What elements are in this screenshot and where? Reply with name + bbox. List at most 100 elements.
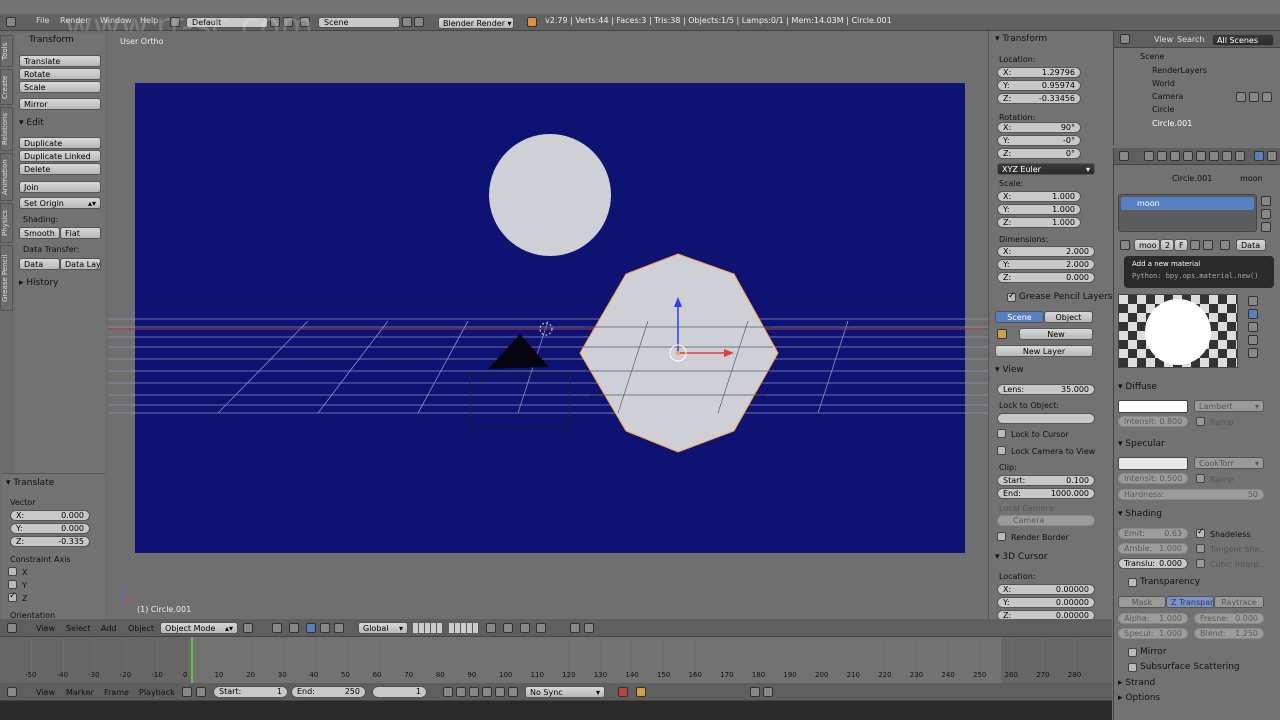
specular-color-swatch[interactable] bbox=[1118, 457, 1188, 470]
translate-manipulator-icon[interactable] bbox=[306, 623, 316, 633]
grease-pencil-checkbox[interactable] bbox=[1007, 291, 1016, 302]
render-tab-icon[interactable] bbox=[1144, 151, 1154, 161]
preview-sphere-icon[interactable] bbox=[1248, 309, 1258, 319]
diffuse-color-swatch[interactable] bbox=[1118, 400, 1188, 413]
diffuse-shader-select[interactable]: Lambert ▾ bbox=[1194, 400, 1264, 412]
vector-y-field[interactable]: Y: 0.000 bbox=[10, 523, 90, 534]
outliner-menu-view[interactable]: View bbox=[1154, 35, 1173, 44]
outliner-editor-icon[interactable] bbox=[1120, 34, 1130, 44]
timeline-menu-view[interactable]: View bbox=[36, 688, 55, 697]
props-editor-icon[interactable] bbox=[1119, 151, 1129, 161]
tab-animation[interactable]: Animation bbox=[0, 153, 13, 201]
eye-icon[interactable] bbox=[1236, 92, 1246, 102]
render-border-checkbox[interactable] bbox=[997, 532, 1006, 541]
cursor-select-icon[interactable] bbox=[1249, 92, 1259, 102]
world-tab-icon[interactable] bbox=[1183, 151, 1193, 161]
specular-header[interactable]: ▾ Specular bbox=[1118, 439, 1165, 449]
constraint-z-checkbox[interactable] bbox=[8, 591, 17, 602]
object-tab-icon[interactable] bbox=[1196, 151, 1206, 161]
timeline-menu-frame[interactable]: Frame bbox=[104, 688, 129, 697]
join-button[interactable]: Join bbox=[19, 181, 101, 193]
scene-tab-icon[interactable] bbox=[1170, 151, 1180, 161]
link-data-select[interactable]: Data bbox=[1236, 239, 1266, 251]
vector-x-field[interactable]: X: 0.000 bbox=[10, 510, 90, 521]
rotation-y-field[interactable]: Y: -0° bbox=[997, 135, 1081, 146]
dimension-x-field[interactable]: X: 2.000 bbox=[997, 246, 1095, 257]
lock-camera-checkbox[interactable] bbox=[997, 446, 1006, 455]
proportional-edit-icon[interactable] bbox=[503, 623, 513, 633]
rotation-x-field[interactable]: X: 90° bbox=[997, 122, 1081, 133]
add-scene-icon[interactable] bbox=[402, 17, 412, 27]
render-icon[interactable] bbox=[1262, 92, 1272, 102]
layers-tab-icon[interactable] bbox=[1157, 151, 1167, 161]
view3d-menu-add[interactable]: Add bbox=[101, 624, 117, 633]
fresnel-field[interactable]: Fresne: 0.000 bbox=[1194, 613, 1264, 624]
scene-select[interactable]: Scene bbox=[318, 17, 400, 28]
preview-flat-icon[interactable] bbox=[1248, 296, 1258, 306]
3d-cursor-header[interactable]: ▾ 3D Cursor bbox=[995, 552, 1048, 562]
diffuse-header[interactable]: ▾ Diffuse bbox=[1118, 382, 1157, 392]
outliner-item-camera[interactable]: Camera bbox=[1152, 92, 1183, 101]
data-lay-button[interactable]: Data Lay bbox=[60, 258, 101, 270]
unlink-material-icon[interactable] bbox=[1203, 240, 1213, 250]
shading-header[interactable]: ▾ Shading bbox=[1118, 509, 1162, 519]
dimension-z-field[interactable]: Z: 0.000 bbox=[997, 272, 1095, 283]
tangent-checkbox[interactable] bbox=[1196, 544, 1205, 553]
outliner-item-circle-001[interactable]: Circle.001 bbox=[1152, 119, 1192, 128]
slot-specials-icon[interactable] bbox=[1261, 222, 1271, 232]
scale-manipulator-icon[interactable] bbox=[334, 623, 344, 633]
view-header[interactable]: ▾ View bbox=[995, 365, 1024, 375]
strand-header[interactable]: ▸ Strand bbox=[1118, 678, 1155, 688]
location-z-field[interactable]: Z: -0.33456 bbox=[997, 93, 1081, 104]
blend-field[interactable]: Blend: 1.250 bbox=[1194, 628, 1264, 639]
transparency-checkbox[interactable] bbox=[1128, 578, 1137, 587]
rotate-manipulator-icon[interactable] bbox=[320, 623, 330, 633]
lock-object-field[interactable] bbox=[997, 413, 1095, 424]
transform-header[interactable]: Transform bbox=[29, 35, 74, 45]
tab-physics[interactable]: Physics bbox=[0, 203, 13, 243]
gp-scene-button[interactable]: Scene bbox=[995, 311, 1044, 323]
timeline-editor-icon[interactable] bbox=[7, 687, 17, 697]
scale-z-field[interactable]: Z: 1.000 bbox=[997, 217, 1081, 228]
start-frame-field[interactable]: Start: 1 bbox=[213, 686, 288, 698]
pivot-icon[interactable] bbox=[272, 623, 282, 633]
alpha-field[interactable]: Alpha: 1.000 bbox=[1118, 613, 1188, 624]
operator-header[interactable]: ▾ Translate bbox=[6, 478, 54, 488]
opengl-render-icon[interactable] bbox=[570, 623, 580, 633]
preview-range-icon[interactable] bbox=[182, 687, 192, 697]
clip-start-field[interactable]: Start: 0.100 bbox=[997, 475, 1095, 486]
orientation-select[interactable]: Global ▾ bbox=[358, 622, 408, 634]
viewport[interactable]: User Ortho (1) Circle.001 bbox=[108, 31, 988, 619]
lock-layers-icon[interactable] bbox=[486, 623, 496, 633]
mirror-button[interactable]: Mirror bbox=[19, 98, 101, 110]
sss-checkbox[interactable] bbox=[1128, 663, 1137, 672]
edit-header[interactable]: ▾ Edit bbox=[19, 118, 44, 128]
new-material-icon[interactable] bbox=[1190, 240, 1200, 250]
duplicate-linked-button[interactable]: Duplicate Linked bbox=[19, 150, 101, 162]
ambient-field[interactable]: Ambie: 1.000 bbox=[1118, 543, 1188, 554]
manipulator-toggle-icon[interactable] bbox=[289, 623, 299, 633]
rotation-z-field[interactable]: Z: 0° bbox=[997, 148, 1081, 159]
view3d-menu-object[interactable]: Object bbox=[128, 624, 154, 633]
render-engine-select[interactable]: Blender Render ▾ bbox=[438, 17, 514, 29]
delete-button[interactable]: Delete bbox=[19, 163, 101, 175]
shadeless-checkbox[interactable] bbox=[1196, 527, 1205, 538]
diffuse-intensity-field[interactable]: Intensit: 0.800 bbox=[1118, 416, 1188, 427]
view3d-menu-select[interactable]: Select bbox=[66, 624, 91, 633]
end-frame-field[interactable]: End: 250 bbox=[291, 686, 366, 698]
keying-set-icon[interactable] bbox=[636, 687, 646, 697]
jump-keyframe-back-icon[interactable] bbox=[456, 687, 466, 697]
info-editor-icon[interactable] bbox=[6, 17, 16, 27]
data-button[interactable]: Data bbox=[19, 258, 60, 270]
add-slot-icon[interactable] bbox=[1261, 196, 1271, 206]
timeline-menu-playback[interactable]: Playback bbox=[139, 688, 175, 697]
constraint-x-checkbox[interactable] bbox=[8, 567, 17, 576]
constraints-tab-icon[interactable] bbox=[1209, 151, 1219, 161]
mode-select[interactable]: Object Mode ▴▾ bbox=[160, 622, 238, 634]
sss-header[interactable]: Subsurface Scattering bbox=[1140, 662, 1240, 672]
close-scene-icon[interactable] bbox=[414, 17, 424, 27]
preview-cube-icon[interactable] bbox=[1248, 322, 1258, 332]
play-icon[interactable] bbox=[482, 687, 492, 697]
timeline-menu-marker[interactable]: Marker bbox=[66, 688, 94, 697]
remove-slot-icon[interactable] bbox=[1261, 209, 1271, 219]
